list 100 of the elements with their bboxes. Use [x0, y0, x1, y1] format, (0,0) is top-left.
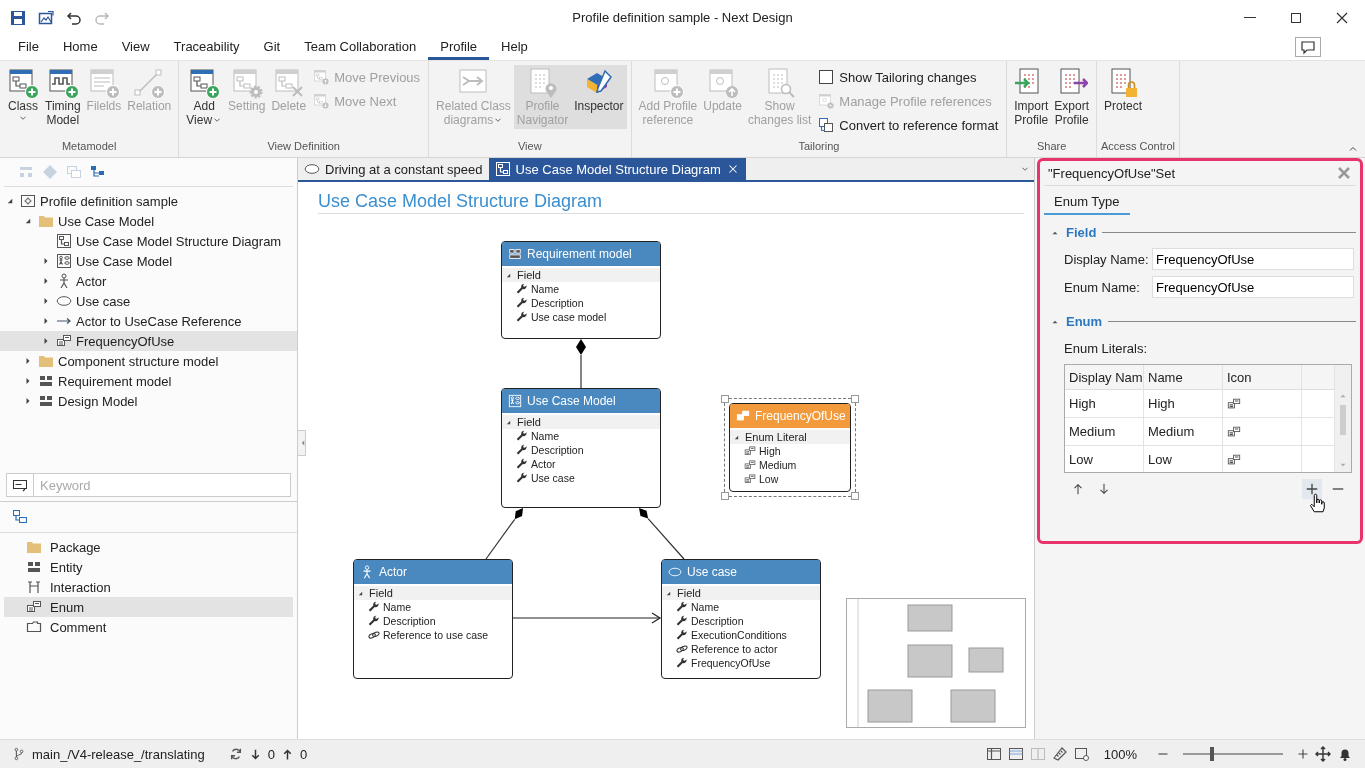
tree-item[interactable]: Profile definition sample	[0, 191, 297, 211]
arrow-up-icon	[1071, 482, 1085, 496]
text-field[interactable]: FrequencyOfUse	[1152, 276, 1354, 298]
wrench-icon	[516, 472, 528, 484]
column-header[interactable]: Display Nam	[1065, 365, 1144, 389]
table-cell: Low	[1065, 446, 1144, 472]
inspector-tab[interactable]: Enum Type	[1044, 190, 1130, 215]
tree-icon[interactable]	[12, 509, 28, 525]
menu-tab[interactable]: View	[109, 35, 162, 60]
wrench-icon	[676, 657, 688, 669]
checkbox[interactable]: Show Tailoring changes	[818, 65, 999, 89]
class-diagram-plus-icon	[188, 67, 221, 99]
menu-tab[interactable]: Git	[251, 35, 293, 60]
palette-item[interactable]: Enum	[4, 597, 293, 617]
wrench-icon	[516, 430, 528, 442]
zoom-slider-thumb[interactable]	[1209, 747, 1214, 761]
wrench-icon	[516, 311, 528, 323]
zoom-level: 100%	[1103, 746, 1137, 762]
gear-box-icon	[20, 193, 36, 209]
editor-tab[interactable]: Use Case Model Structure Diagram	[488, 158, 746, 180]
ribbon-button[interactable]: Export Profile	[1051, 65, 1092, 129]
tree-item[interactable]: Component structure model	[0, 351, 297, 371]
class-diagram-cross-icon	[272, 67, 305, 99]
ribbon-button[interactable]: Timing Model	[42, 65, 84, 129]
ribbon-button[interactable]: Add View	[183, 65, 226, 129]
class-node[interactable]: Requirement model Field Name Description Use case model	[501, 241, 661, 339]
field-label: Description	[531, 444, 584, 456]
move-icon[interactable]	[1315, 746, 1331, 762]
palette-item[interactable]: Interaction	[4, 577, 293, 597]
model-icon	[508, 394, 522, 408]
feedback-button[interactable]	[1295, 37, 1321, 57]
editor-tab[interactable]: Driving at a constant speed	[298, 158, 489, 180]
ribbon-button[interactable]: Inspector	[571, 65, 627, 129]
model-icon	[56, 253, 72, 269]
collapse-handle[interactable]	[298, 430, 306, 456]
palette-item[interactable]: Package	[4, 537, 293, 557]
ribbon-button[interactable]: Convert to reference format	[818, 113, 999, 137]
arrow-down-icon	[1097, 482, 1111, 496]
text-field-icon	[12, 477, 28, 493]
ellipse-icon	[56, 293, 72, 309]
tree-icon[interactable]	[90, 164, 106, 180]
ribbon-button[interactable]: Import Profile	[1011, 65, 1052, 129]
section-header[interactable]: Field	[662, 586, 820, 600]
class-node[interactable]: Use case Field Name Description ExecutionConditions Reference to actor FrequencyOfUse	[661, 559, 821, 679]
add-button[interactable]	[1302, 479, 1322, 499]
wrench-icon	[516, 297, 528, 309]
table-cell: High	[1144, 390, 1223, 417]
enum-icon	[56, 333, 72, 349]
ribbon-button[interactable]: Class	[4, 65, 42, 129]
window-title: Profile definition sample - Next Design	[572, 10, 793, 25]
folder-icon	[38, 353, 54, 369]
menu-tab[interactable]: File	[6, 35, 51, 60]
view-icon[interactable]	[1073, 746, 1090, 762]
search-field[interactable]: Keyword	[33, 473, 291, 497]
field-label: Reference to actor	[691, 643, 778, 655]
zoom-in-icon[interactable]	[1297, 748, 1309, 760]
ribbon-button[interactable]: Protect	[1101, 65, 1145, 129]
text-field[interactable]: FrequencyOfUse	[1152, 248, 1354, 270]
field-label: Reference to use case	[383, 629, 489, 641]
section-header[interactable]: Enum Literal	[730, 430, 850, 444]
scrollbar-thumb[interactable]	[1340, 405, 1346, 435]
column-header[interactable]: Name	[1144, 365, 1223, 389]
wrench-icon	[516, 283, 528, 295]
tree-item[interactable]: Actor	[0, 271, 297, 291]
tree-item[interactable]: Requirement model	[0, 371, 297, 391]
class-node[interactable]: Use Case Model Field Name Description Actor Use case	[501, 388, 661, 508]
wrench-icon	[516, 444, 528, 456]
enum-icon	[1227, 452, 1241, 467]
layout-icon[interactable]	[1007, 746, 1024, 762]
wrench-icon	[676, 629, 688, 641]
menu-tab[interactable]: Home	[50, 35, 110, 60]
tree-item[interactable]: Actor to UseCase Reference	[0, 311, 297, 331]
field-label: Description	[531, 297, 584, 309]
tree-item[interactable]: Use Case Model	[0, 211, 297, 231]
node-header: Requirement model	[502, 242, 660, 266]
tree-item[interactable]: Design Model	[0, 391, 297, 411]
ruler-icon[interactable]	[1051, 746, 1068, 762]
section-header[interactable]: Field	[502, 415, 660, 429]
palette-item[interactable]: Comment	[4, 617, 293, 637]
menu-tab[interactable]: Traceability	[161, 35, 252, 60]
table-cell: High	[1065, 390, 1144, 417]
group-label: Share	[1035, 140, 1068, 154]
field-label: Description	[383, 615, 436, 627]
tree-item[interactable]: FrequencyOfUse	[0, 331, 297, 351]
section-header[interactable]: Field	[354, 586, 512, 600]
enum-icon	[26, 599, 42, 615]
menu-tab[interactable]: Help	[489, 35, 540, 60]
section-header[interactable]: Field	[502, 268, 660, 282]
sync-icon[interactable]	[228, 747, 243, 761]
class-node[interactable]: FrequencyOfUse Enum Literal High Medium Low	[729, 403, 851, 492]
tree-item[interactable]: Use Case Model	[0, 251, 297, 271]
tree-item[interactable]: Use Case Model Structure Diagram	[0, 231, 297, 251]
branch-name[interactable]: main_/V4-release_/translating	[32, 746, 205, 762]
class-node[interactable]: Actor Field Name Description Reference to use case	[353, 559, 513, 679]
column-header[interactable]: Icon	[1223, 365, 1302, 389]
menu-tab[interactable]: Team Collaboration	[292, 35, 429, 60]
tree-item[interactable]: Use case	[0, 291, 297, 311]
palette-item[interactable]: Entity	[4, 557, 293, 577]
layout-icon[interactable]	[985, 746, 1002, 762]
close-icon[interactable]	[1336, 165, 1352, 181]
